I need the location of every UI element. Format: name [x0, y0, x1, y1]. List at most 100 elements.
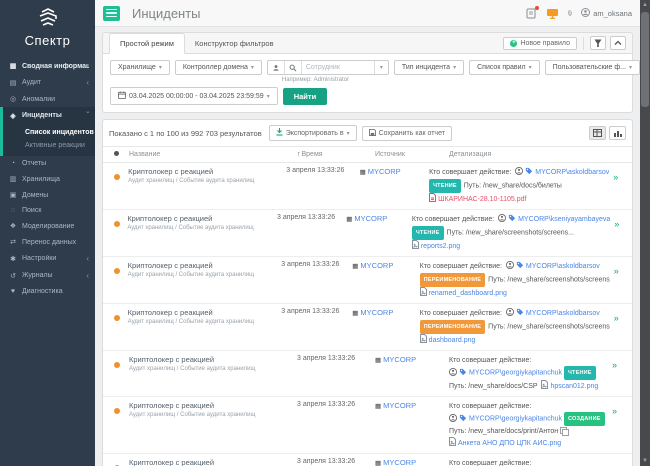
- source-link[interactable]: MYCORP: [368, 167, 401, 176]
- sidebar-item-label: Хранилища: [22, 175, 60, 183]
- file-link[interactable]: reports2.png: [421, 243, 460, 250]
- col-name[interactable]: Название: [129, 151, 297, 158]
- sidebar-item-сводная-информация[interactable]: ▦ Сводная информация: [0, 58, 95, 74]
- sidebar-item-label: Отчеты: [22, 160, 47, 167]
- source-link[interactable]: MYCORP: [354, 214, 387, 223]
- user-menu[interactable]: am_oksana: [581, 7, 632, 19]
- person-icon: [498, 214, 507, 226]
- user-link[interactable]: MYCORP\georgiykapitanchuk: [469, 370, 562, 377]
- sidebar-subitem-активные-реакции[interactable]: Активные реакции: [3, 139, 95, 152]
- employee-person-icon[interactable]: [268, 61, 285, 74]
- user-link[interactable]: MYCORP\askoldbarsov: [526, 310, 600, 317]
- scroll-up-arrow[interactable]: ▲: [640, 0, 650, 10]
- view-chart-button[interactable]: [609, 126, 626, 140]
- sidebar-item-поиск[interactable]: ◌ Поиск: [0, 203, 95, 218]
- sidebar-subitem-список-инцидентов[interactable]: Список инцидентов: [3, 126, 95, 139]
- user-link[interactable]: MYCORP\kseniyayambayeva: [518, 216, 610, 223]
- actor-label: Кто совершает действие:: [411, 216, 495, 223]
- expand-row-chevron[interactable]: »: [614, 266, 619, 276]
- table-row[interactable]: Криптолокер с реакциейАудит хранилищ / С…: [103, 210, 632, 257]
- reports-notifications-icon[interactable]: [526, 5, 539, 19]
- table-row[interactable]: Криптолокер с реакциейАудит хранилищ / С…: [103, 163, 632, 210]
- file-link[interactable]: dashboard.png: [429, 337, 476, 344]
- results-panel: Показано с 1 по 100 из 992 703 результат…: [102, 119, 633, 466]
- tag-icon: [516, 261, 524, 273]
- source-link[interactable]: MYCORP: [360, 261, 393, 270]
- file-link[interactable]: ШКАРИНАС-28.10-1105.pdf: [438, 196, 526, 203]
- help-icon[interactable]: ?: [567, 8, 573, 18]
- expand-row-chevron[interactable]: »: [613, 172, 618, 182]
- sidebar-item-диагностика[interactable]: ♥ Диагностика: [0, 284, 95, 299]
- vertical-scrollbar[interactable]: ▲ ▼: [640, 0, 650, 466]
- col-detail[interactable]: Детализация: [449, 151, 612, 158]
- hamburger-menu-button[interactable]: [103, 5, 120, 21]
- sidebar-item-настройки[interactable]: ✱ Настройки ‹: [0, 250, 95, 267]
- domain-controller-filter-dropdown[interactable]: Контроллер домена ▾: [174, 60, 262, 75]
- scrollbar-thumb[interactable]: [641, 12, 649, 107]
- source-link[interactable]: MYCORP: [383, 458, 416, 466]
- expand-row-chevron[interactable]: »: [614, 313, 619, 323]
- copy-path-icon[interactable]: [560, 427, 570, 436]
- page-title: Инциденты: [132, 5, 201, 21]
- sidebar-item-аудит[interactable]: ▤ Аудит ‹: [0, 74, 95, 91]
- incident-time: 3 апреля 13:33:26: [281, 308, 340, 315]
- sidebar-item-аномалии[interactable]: ◎ Аномалии: [0, 91, 95, 107]
- source-link[interactable]: MYCORP: [383, 401, 416, 410]
- employee-search-icon[interactable]: [285, 61, 302, 74]
- domain-icon: ▦: [352, 310, 359, 317]
- search-submit-button[interactable]: Найти: [282, 87, 328, 105]
- table-row[interactable]: Криптолокер с реакциейАудит хранилищ / С…: [103, 454, 632, 466]
- table-row[interactable]: Криптолокер с реакциейАудит хранилищ / С…: [103, 257, 632, 304]
- incident-detail: Кто совершает действие: MYCORP\askoldbar…: [429, 167, 613, 206]
- storage-filter-dropdown[interactable]: Хранилище ▾: [110, 60, 170, 75]
- incident-type-filter-dropdown[interactable]: Тип инцидента ▾: [393, 60, 465, 75]
- save-report-button[interactable]: Сохранить как отчет: [361, 125, 452, 141]
- scroll-down-arrow[interactable]: ▼: [640, 456, 650, 466]
- user-avatar-icon: [581, 7, 591, 19]
- source-link[interactable]: MYCORP: [383, 355, 416, 364]
- file-link[interactable]: hpscan012.png: [550, 383, 598, 390]
- col-status[interactable]: [103, 151, 129, 158]
- new-rule-button[interactable]: + Новое правило: [503, 36, 577, 50]
- source-link[interactable]: MYCORP: [360, 308, 393, 317]
- expand-row-chevron[interactable]: »: [614, 219, 619, 229]
- sort-asc-icon: ↑: [297, 151, 301, 158]
- action-badge: создание: [563, 412, 605, 426]
- sidebar-item-моделирование[interactable]: ❖ Моделирование: [0, 218, 95, 234]
- expand-row-chevron[interactable]: »: [612, 360, 617, 370]
- chevron-down-icon: ▾: [528, 65, 532, 71]
- filter-funnel-button[interactable]: [590, 36, 606, 50]
- col-time[interactable]: ↑Время: [297, 151, 375, 158]
- table-row[interactable]: Криптолокер с реакциейАудит хранилищ / С…: [103, 304, 632, 351]
- employee-search-input[interactable]: [301, 61, 374, 74]
- user-link[interactable]: MYCORP\askoldbarsov: [535, 169, 609, 176]
- rules-list-filter-dropdown[interactable]: Список правил ▾: [469, 60, 540, 75]
- domain-icon: ▦: [375, 403, 382, 410]
- file-link[interactable]: renamed_dashboard.png: [429, 290, 507, 297]
- col-source[interactable]: Источник: [375, 151, 449, 158]
- incident-time: 3 апреля 13:33:26: [297, 458, 356, 465]
- tab-filter-constructor[interactable]: Конструктор фильтров: [185, 34, 284, 53]
- sidebar-item-перенос-данных[interactable]: ⇄ Перенос данных: [0, 234, 95, 250]
- file-link[interactable]: Анкета АНО ДПО ЦПК АИС.png: [458, 440, 561, 447]
- alerts-monitor-icon[interactable]: 561: [546, 0, 559, 19]
- date-range-picker[interactable]: 03.04.2025 00:00:00 - 03.04.2025 23:59:5…: [110, 87, 278, 105]
- collapse-panel-button[interactable]: [610, 36, 626, 50]
- export-button[interactable]: Экспортировать в ▾: [268, 125, 357, 141]
- user-filters-dropdown[interactable]: Пользовательские ф... ▾: [544, 60, 640, 75]
- sidebar-item-отчеты[interactable]: ◔ Отчеты: [0, 156, 95, 171]
- employee-dropdown-caret[interactable]: ▾: [373, 61, 388, 74]
- view-table-button[interactable]: [589, 126, 606, 140]
- user-link[interactable]: MYCORP\askoldbarsov: [526, 263, 600, 270]
- sidebar-item-инциденты[interactable]: ◈ Инциденты ˇ: [3, 107, 95, 124]
- expand-row-chevron[interactable]: »: [612, 406, 617, 416]
- person-icon: [515, 167, 524, 179]
- table-row[interactable]: Криптолокер с реакциейАудит хранилищ / С…: [103, 397, 632, 454]
- sidebar-item-домены[interactable]: ▣ Домены: [0, 187, 95, 203]
- table-row[interactable]: Криптолокер с реакциейАудит хранилищ / С…: [103, 351, 632, 397]
- sidebar-item-хранилища[interactable]: ▥ Хранилища: [0, 171, 95, 187]
- tab-simple-mode[interactable]: Простой режим: [109, 33, 185, 54]
- user-link[interactable]: MYCORP\georgiykapitanchuk: [469, 416, 562, 423]
- anomalies-icon: ◎: [9, 96, 17, 103]
- sidebar-item-журналы[interactable]: ↺ Журналы ‹: [0, 267, 95, 284]
